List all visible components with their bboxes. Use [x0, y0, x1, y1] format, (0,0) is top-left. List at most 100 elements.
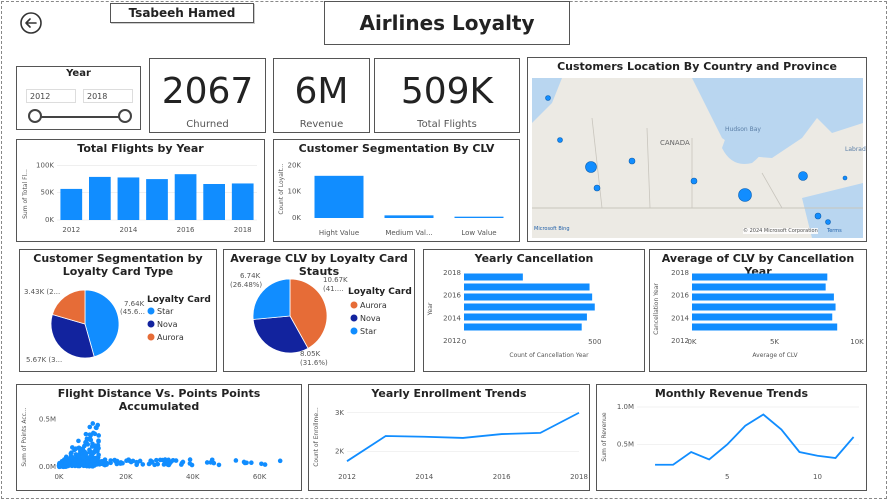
scatter-point: [83, 431, 89, 437]
legend-title: Loyalty Card: [147, 295, 211, 305]
bar: [146, 179, 168, 220]
chart-svg[interactable]: 2K 3K 2012 2014 2016 2018 Count of Enrollme...: [309, 399, 589, 491]
bar: [174, 174, 197, 220]
map-visual[interactable]: [532, 78, 863, 238]
scatter-point: [157, 457, 163, 463]
bar: [314, 175, 364, 218]
y-axis-title: Sum of Total Fl...: [22, 169, 29, 219]
slicer-to-input[interactable]: 2018: [83, 89, 133, 103]
slicer-handle-left[interactable]: [28, 109, 42, 123]
chart-seg-clv: Customer Segmentation By CLV 0K 10K 20K Hig…: [273, 139, 520, 242]
data-label: (45.6...: [120, 308, 145, 316]
x-tick-label: 0K: [687, 338, 696, 346]
slicer-handle-right[interactable]: [118, 109, 132, 123]
y-tick-label: 100K: [36, 161, 54, 169]
scatter-point: [233, 458, 239, 463]
x-tick-label: 2016: [493, 473, 511, 481]
x-tick-label: 5K: [770, 338, 779, 346]
map-title: Customers Location By Country and Provin…: [557, 60, 837, 73]
bar: [692, 313, 833, 321]
scatter-point: [154, 457, 159, 463]
scatter-point: [120, 460, 125, 466]
scatter-point: [161, 462, 167, 467]
chart-svg[interactable]: 0K 10K 20K Hight Value Medium Val... Low Valu…: [274, 154, 519, 242]
scatter-point: [277, 458, 283, 464]
x-tick-label: 2014: [415, 473, 433, 481]
scatter-point: [85, 459, 91, 464]
y-tick-label: 2018: [671, 269, 689, 277]
scatter-point: [88, 437, 94, 443]
legend-marker: [147, 333, 155, 341]
y-tick-label: 2016: [671, 292, 689, 300]
chart-yearly-enrollment: Yearly Enrollment Trends 2K 3K 2012 2014 201…: [308, 384, 590, 491]
scatter-point: [96, 439, 101, 444]
data-label: 7.64K: [124, 300, 145, 308]
scatter-point: [78, 447, 83, 453]
chart-svg[interactable]: 0.5M 1.0M 5 10 Sum of Revenue: [597, 399, 866, 491]
kpi-churned: 2067 Churned: [149, 58, 266, 133]
scatter-point: [76, 438, 81, 444]
kpi-revenue-value: 6M: [294, 71, 349, 112]
scatter-point: [173, 458, 179, 463]
back-arrow-icon[interactable]: [19, 11, 43, 35]
map-label-lab: Labrad: [845, 146, 866, 153]
map-terms[interactable]: Terms: [827, 228, 842, 234]
bar: [203, 184, 225, 220]
scatter-point: [80, 459, 86, 465]
chart-svg[interactable]: 2018 2016 2014 20120K 5K 10K Average of CLV Can…: [650, 264, 866, 372]
chart-svg[interactable]: 0K 50K 100K 2012 2014 2016 2018 Sum of Total Fl…: [17, 154, 264, 242]
scatter-point: [189, 462, 195, 468]
y-tick-label: 1.0M: [617, 403, 634, 411]
kpi-churned-label: Churned: [186, 119, 229, 130]
map-copyright: © 2024 Microsoft Corporation: [743, 228, 818, 234]
legend-label: Aurora: [360, 301, 387, 310]
data-label: (26.48%): [230, 281, 262, 289]
y-axis-title: Sum of Points Acc...: [21, 407, 28, 466]
slicer-title: Year: [66, 68, 91, 79]
scatter-point: [93, 443, 99, 448]
chart-svg[interactable]: 2018 2016 2014 2012 0 500 Count of Cancellatio…: [424, 264, 644, 372]
legend-marker: [350, 301, 358, 309]
scatter-point: [146, 461, 152, 467]
y-tick-label: 2016: [443, 292, 461, 300]
x-tick-label: Low Value: [461, 229, 496, 237]
chart-svg[interactable]: 0.0M 0.5M 0K 20K 40K 60K Sum of Points Acc...: [17, 399, 301, 491]
legend-label: Star: [360, 327, 377, 336]
bar: [454, 216, 504, 218]
bar: [464, 323, 582, 331]
scatter-point: [211, 460, 217, 466]
y-tick-label: 2018: [443, 269, 461, 277]
bar: [89, 176, 111, 220]
scatter-point: [66, 459, 72, 464]
y-tick-label: 0K: [45, 216, 54, 224]
scatter-point: [187, 457, 193, 462]
page-title: Airlines Loyalty: [359, 11, 535, 35]
map-brand: Microsoft Bing: [534, 226, 570, 232]
map-label-country: CANADA: [660, 139, 690, 147]
scatter-point: [57, 462, 63, 467]
slicer-from-input[interactable]: 2012: [26, 89, 76, 103]
legend-label: Nova: [360, 314, 381, 323]
kpi-flights-label: Total Flights: [417, 119, 477, 130]
chart-svg[interactable]: 10.67K(41.... 8.05K(31.6%) 6.74K(26.48%) Lo…: [224, 264, 414, 372]
x-tick-label: 20K: [119, 473, 133, 481]
chart-distance-points: Flight Distance Vs. Points Points Accumu…: [16, 384, 302, 491]
chart-svg[interactable]: 7.64K(45.6... 5.67K (3... 3.43K (2... Loyal…: [20, 276, 216, 372]
x-tick-label: 2016: [177, 226, 195, 234]
bar: [692, 293, 834, 301]
scatter-point: [98, 459, 104, 465]
x-tick-label: Hight Value: [319, 229, 359, 237]
map-label-bay: Hudson Bay: [725, 126, 761, 133]
scatter-point: [249, 460, 254, 466]
y-tick-label: 50K: [41, 189, 55, 197]
x-tick-label: 2018: [570, 473, 588, 481]
scatter-point: [262, 462, 268, 467]
chart-seg-loyalty: Customer Segmentation by Loyalty Card Ty…: [19, 249, 217, 372]
scatter-point: [92, 458, 97, 463]
bar: [464, 293, 593, 301]
bar: [692, 303, 836, 311]
data-label: 3.43K (2...: [24, 288, 60, 296]
scatter-point: [108, 458, 113, 463]
chart-flights-by-year: Total Flights by Year 0K 50K 100K 2012 2014 2…: [16, 139, 265, 242]
legend-title: Loyalty Card: [348, 287, 412, 297]
